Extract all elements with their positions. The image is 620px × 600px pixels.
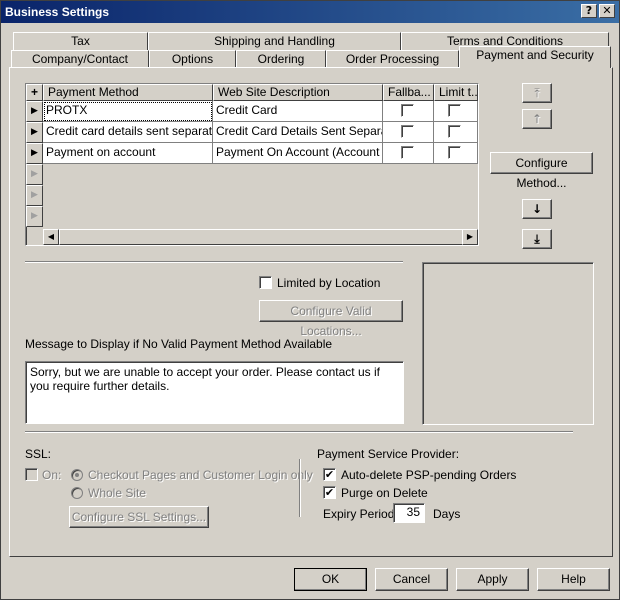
ssl-on-checkbox[interactable] (25, 468, 38, 481)
table-row-cell-fallback (383, 143, 434, 164)
configure-ssl-settings-button[interactable]: Configure SSL Settings... (69, 506, 209, 528)
expiry-period-label: Expiry Period: (323, 507, 398, 521)
table-row-cell-method[interactable]: Payment on account (43, 143, 213, 164)
divider (25, 431, 573, 433)
move-up-button[interactable]: ↑ (522, 109, 552, 129)
auto-delete-psp-checkbox[interactable]: ✔ (323, 468, 336, 481)
table-row-cell-limit (434, 122, 478, 143)
tab-tax[interactable]: Tax (13, 32, 148, 50)
empty-row-marker[interactable]: ▶ (26, 164, 43, 185)
row-marker[interactable]: ▶ (26, 101, 43, 122)
column-header-fallback[interactable]: Fallba... (383, 84, 434, 101)
table-row-cell-description[interactable]: Payment On Account (Account ... (213, 143, 383, 164)
limit-checkbox[interactable] (448, 104, 461, 117)
ssl-checkout-only-radio[interactable] (71, 469, 83, 481)
help-button[interactable]: Help (537, 568, 610, 591)
table-row-cell-description[interactable]: Credit Card (213, 101, 383, 122)
close-icon[interactable]: ✕ (599, 4, 615, 18)
column-header-payment-method[interactable]: Payment Method (43, 84, 213, 101)
tab-shipping-and-handling[interactable]: Shipping and Handling (148, 32, 401, 50)
title-bar[interactable]: Business Settings ? ✕ (1, 1, 619, 23)
add-row-icon[interactable]: + (26, 84, 43, 101)
preview-panel (422, 262, 594, 425)
table-row-cell-method[interactable]: PROTX (43, 101, 213, 122)
divider (25, 261, 403, 263)
ssl-checkout-only-label: Checkout Pages and Customer Login only (88, 468, 313, 482)
move-bottom-button[interactable]: ⤓ (522, 229, 552, 249)
row-marker[interactable]: ▶ (26, 122, 43, 143)
auto-delete-psp-label: Auto-delete PSP-pending Orders (341, 468, 517, 482)
tab-ordering[interactable]: Ordering (236, 50, 326, 68)
help-title-button[interactable]: ? (581, 4, 597, 18)
limit-checkbox[interactable] (448, 125, 461, 138)
empty-row-marker[interactable]: ▶ (26, 185, 43, 206)
expiry-unit-label: Days (433, 507, 461, 521)
business-settings-window: Business Settings ? ✕ Tax Shipping and H… (0, 0, 620, 600)
fallback-checkbox[interactable] (401, 104, 414, 117)
vertical-divider (299, 459, 301, 517)
column-header-limit[interactable]: Limit t... (434, 84, 478, 101)
empty-row-marker[interactable]: ▶ (26, 206, 43, 227)
grid-horizontal-scrollbar[interactable]: ◀ ▶ (43, 229, 478, 245)
limited-by-location-checkbox[interactable] (259, 276, 272, 289)
tab-options[interactable]: Options (149, 50, 236, 68)
ssl-label: SSL: (25, 447, 52, 461)
table-row-cell-limit (434, 143, 478, 164)
table-row-cell-limit (434, 101, 478, 122)
no-payment-message-textarea[interactable]: Sorry, but we are unable to accept your … (25, 361, 404, 424)
scroll-right-icon[interactable]: ▶ (462, 229, 478, 245)
fallback-checkbox[interactable] (401, 146, 414, 159)
cancel-button[interactable]: Cancel (375, 568, 448, 591)
window-title: Business Settings (5, 5, 110, 19)
message-label: Message to Display if No Valid Payment M… (25, 337, 333, 351)
tab-payment-and-security[interactable]: Payment and Security (459, 46, 611, 68)
purge-on-delete-checkbox[interactable]: ✔ (323, 486, 336, 499)
limited-by-location-label: Limited by Location (277, 276, 381, 290)
scroll-left-icon[interactable]: ◀ (43, 229, 59, 245)
expiry-period-input[interactable]: 35 (393, 503, 425, 523)
move-down-button[interactable]: ↓ (522, 199, 552, 219)
row-marker[interactable]: ▶ (26, 143, 43, 164)
move-top-button[interactable]: ⤒ (522, 83, 552, 103)
ssl-on-label: On: (42, 468, 62, 482)
payment-method-grid[interactable]: + Payment Method Web Site Description Fa… (25, 83, 479, 246)
tab-order-processing[interactable]: Order Processing (326, 50, 459, 68)
scroll-thumb[interactable] (59, 229, 463, 245)
tab-company-contact[interactable]: Company/Contact (11, 50, 149, 68)
ok-button[interactable]: OK (294, 568, 367, 591)
table-row-cell-method[interactable]: Credit card details sent separately (43, 122, 213, 143)
column-header-web-site-description[interactable]: Web Site Description (213, 84, 383, 101)
configure-valid-locations-button[interactable]: Configure Valid Locations... (259, 300, 403, 338)
psp-label: Payment Service Provider: (317, 447, 460, 461)
apply-button[interactable]: Apply (456, 568, 529, 591)
table-row-cell-fallback (383, 101, 434, 122)
table-row-cell-fallback (383, 122, 434, 143)
configure-method-button[interactable]: Configure Method... (490, 152, 593, 190)
ssl-whole-site-radio[interactable] (71, 487, 83, 499)
ssl-whole-site-label: Whole Site (88, 486, 147, 500)
purge-on-delete-label: Purge on Delete (341, 486, 428, 500)
fallback-checkbox[interactable] (401, 125, 414, 138)
table-row-cell-description[interactable]: Credit Card Details Sent Separat... (213, 122, 383, 143)
limit-checkbox[interactable] (448, 146, 461, 159)
